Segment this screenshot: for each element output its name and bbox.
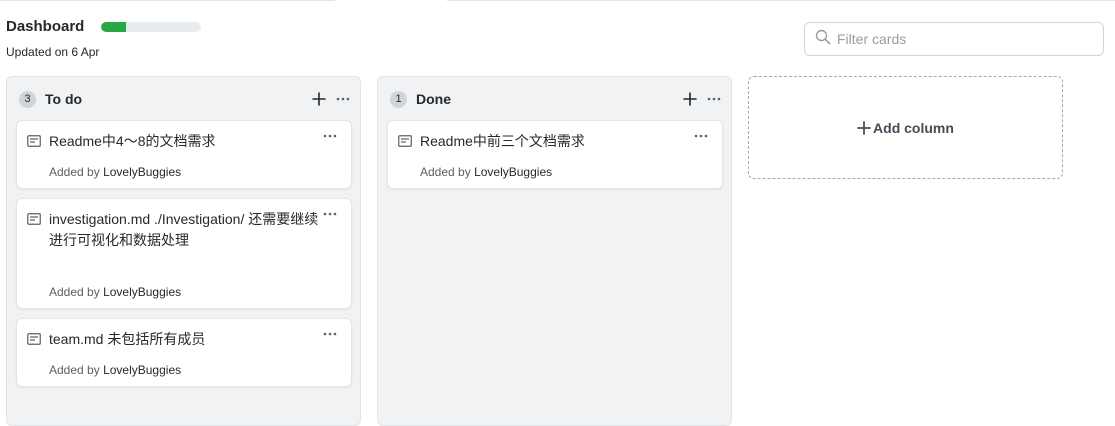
filter-input[interactable] [837,31,1087,47]
note-icon [398,134,412,152]
column-menu-button[interactable] [707,92,721,106]
board-title: Dashboard [6,18,85,35]
card[interactable]: team.md 未包括所有成员 Added by LovelyBuggies [16,318,352,387]
card-title: investigation.md ./Investigation/ 还需要继续进… [49,211,319,248]
progress-fill [101,21,127,32]
card-title: Readme中前三个文档需求 [420,133,585,149]
added-by-label: Added by [49,285,100,299]
card-title: team.md 未包括所有成员 [49,331,206,347]
column-menu-button[interactable] [336,92,350,106]
filter-field[interactable] [804,22,1104,56]
add-column-label: Add column [873,119,954,136]
progress-bar [101,21,202,32]
note-icon [27,332,41,350]
add-card-button[interactable] [312,92,326,106]
card-menu-button[interactable] [323,129,337,143]
card-menu-button[interactable] [323,207,337,221]
updated-text: Updated on 6 Apr [6,45,100,59]
card-meta: Added by LovelyBuggies [49,285,181,299]
kebab-horizontal-icon [707,97,721,101]
note-icon [27,212,41,230]
added-by-label: Added by [49,363,100,377]
note-icon [27,134,41,152]
kebab-horizontal-icon [323,212,337,216]
add-column-button[interactable]: Add column [748,76,1063,179]
column-count-badge: 3 [19,90,36,108]
column-count-badge: 1 [390,90,407,108]
add-card-button[interactable] [683,92,697,106]
column-header: 3 To do [19,89,350,109]
added-by-label: Added by [49,165,100,179]
top-divider [447,0,1115,1]
card-menu-button[interactable] [323,327,337,341]
plus-icon [857,120,871,135]
card[interactable]: Readme中4～8的文档需求 Added by LovelyBuggies [16,120,352,189]
author-link[interactable]: LovelyBuggies [474,165,552,179]
card-meta: Added by LovelyBuggies [49,165,181,179]
kebab-horizontal-icon [694,134,708,138]
board-header: Dashboard Updated on 6 Apr [6,18,202,59]
column-todo: 3 To do Readme中4～8的文档需求 Added by LovelyB… [6,76,361,426]
card-meta: Added by LovelyBuggies [420,165,552,179]
column-header: 1 Done [390,89,721,109]
card[interactable]: Readme中前三个文档需求 Added by LovelyBuggies [387,120,723,189]
author-link[interactable]: LovelyBuggies [103,165,181,179]
author-link[interactable]: LovelyBuggies [103,285,181,299]
kebab-horizontal-icon [323,332,337,336]
card-title: Readme中4～8的文档需求 [49,133,216,149]
search-icon [815,29,831,50]
author-link[interactable]: LovelyBuggies [103,363,181,377]
plus-icon [312,92,326,106]
top-divider [0,0,335,1]
column-title: To do [45,91,83,107]
card-meta: Added by LovelyBuggies [49,363,181,377]
column-done: 1 Done Readme中前三个文档需求 Added by LovelyBug… [377,76,732,426]
added-by-label: Added by [420,165,471,179]
kebab-horizontal-icon [323,134,337,138]
plus-icon [683,92,697,106]
card-menu-button[interactable] [694,129,708,143]
card[interactable]: investigation.md ./Investigation/ 还需要继续进… [16,198,352,309]
kebab-horizontal-icon [336,97,350,101]
column-title: Done [416,91,451,107]
